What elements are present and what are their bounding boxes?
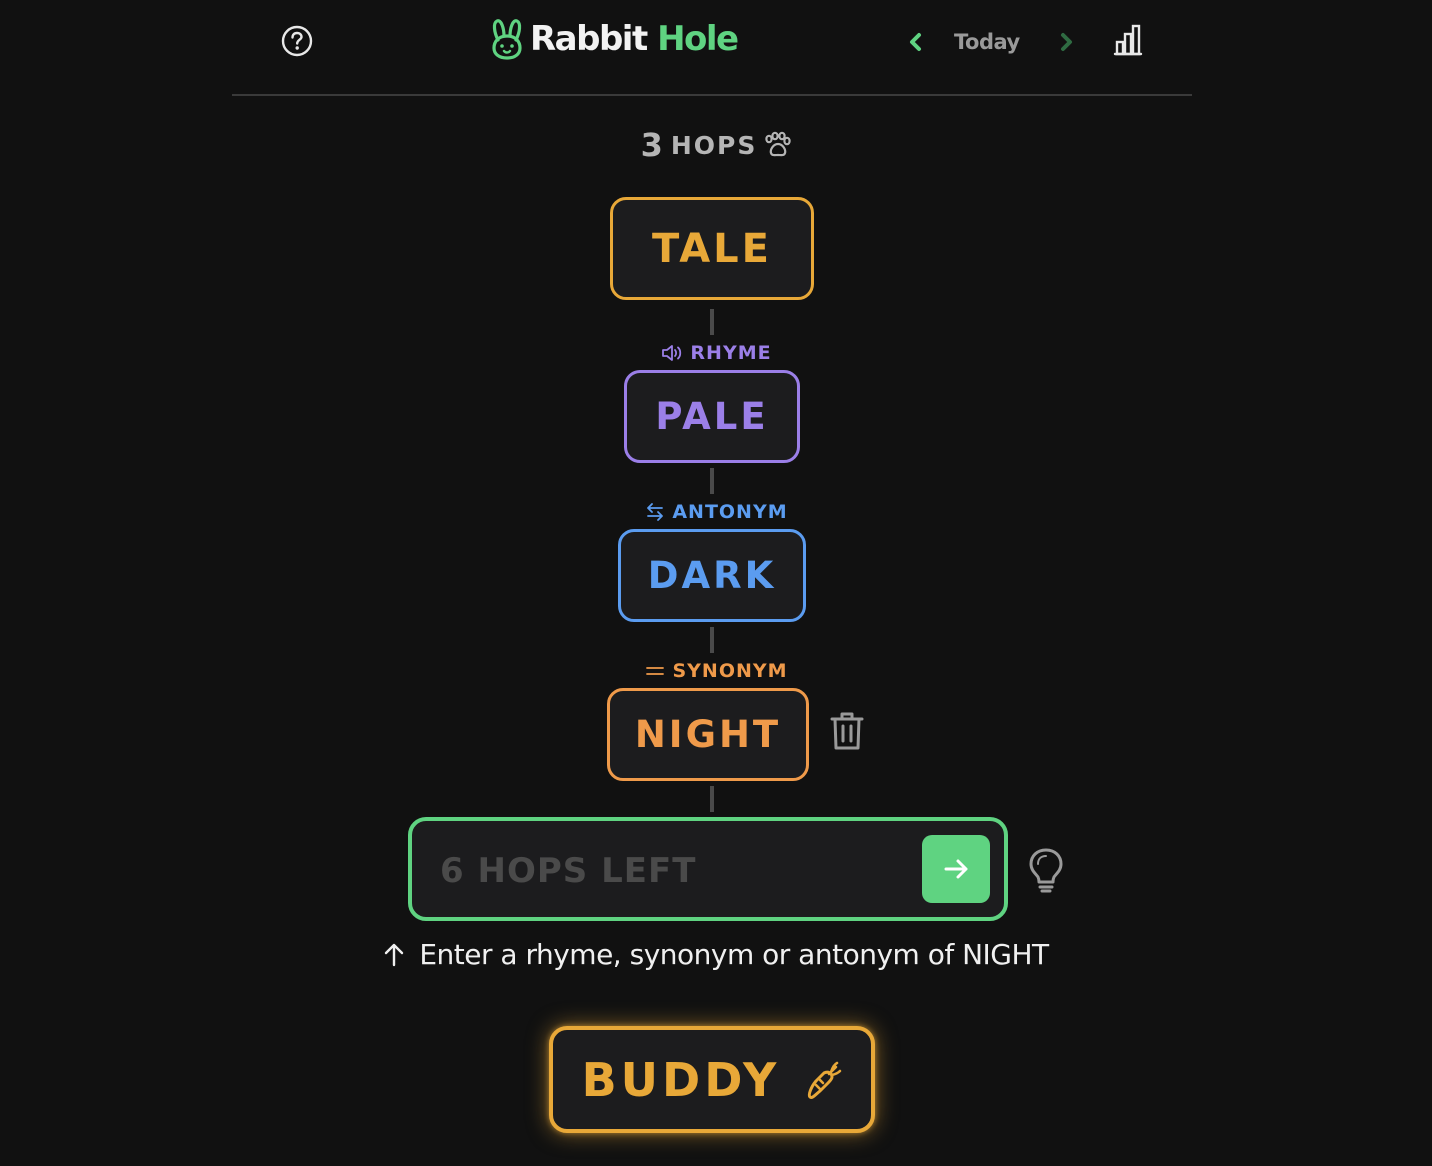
help-button[interactable] (280, 24, 314, 58)
chain-connector (710, 309, 714, 335)
relation-label: RHYME (0, 342, 1432, 364)
hint-button[interactable] (1026, 846, 1066, 894)
swap-arrows-icon (647, 503, 664, 521)
logo-word-rabbit: Rabbit (530, 19, 648, 59)
relation-label: SYNONYM (0, 660, 1432, 682)
logo[interactable]: Rabbit Hole (490, 16, 739, 62)
target-word: BUDDY (581, 1052, 781, 1107)
date-label[interactable]: Today (954, 30, 1020, 54)
chain-connector (710, 468, 714, 494)
hops-count: 3 (640, 126, 663, 164)
instruction-text: Enter a rhyme, synonym or antonym of NIG… (419, 938, 1049, 971)
paw-icon (765, 131, 792, 157)
hops-label: HOPS (670, 130, 758, 160)
word-input-container (408, 817, 1008, 921)
help-icon (281, 25, 313, 57)
undo-delete-button[interactable] (828, 710, 866, 752)
instruction: Enter a rhyme, synonym or antonym of NIG… (0, 938, 1432, 971)
rabbit-icon (492, 19, 522, 60)
relation-text: SYNONYM (672, 660, 788, 682)
relation-label: ANTONYM (0, 501, 1432, 523)
app-title: Rabbit Hole (530, 19, 739, 59)
arrow-up-icon (385, 943, 404, 966)
bar-chart-icon (1113, 24, 1143, 56)
stats-button[interactable] (1112, 22, 1144, 58)
relation-text: RHYME (690, 342, 772, 364)
header: Rabbit Hole Today (232, 0, 1192, 96)
equals-icon (646, 667, 665, 675)
game-page: Rabbit Hole Today 3 HOPS TALE RHYME PALE… (0, 0, 1432, 1166)
hops-counter: 3 HOPS (0, 126, 1432, 164)
chain-connector (710, 786, 714, 812)
chain-word-current: NIGHT (607, 688, 809, 781)
chain-word: PALE (624, 370, 800, 463)
chevron-right-icon[interactable] (1054, 30, 1078, 54)
relation-text: ANTONYM (672, 501, 788, 523)
word-input[interactable] (438, 841, 912, 901)
chain-connector (710, 627, 714, 653)
target-word-box: BUDDY (549, 1026, 875, 1133)
speaker-icon (662, 345, 682, 361)
date-nav: Today (904, 22, 1078, 62)
carrot-icon (808, 1061, 842, 1099)
chain-word: DARK (618, 529, 806, 622)
trash-icon (830, 712, 864, 750)
chain-word-start: TALE (610, 197, 814, 300)
arrow-right-icon (944, 859, 968, 879)
chevron-left-icon[interactable] (904, 30, 928, 54)
logo-word-hole: Hole (657, 19, 739, 59)
lightbulb-icon (1029, 848, 1063, 893)
submit-button[interactable] (922, 835, 990, 903)
